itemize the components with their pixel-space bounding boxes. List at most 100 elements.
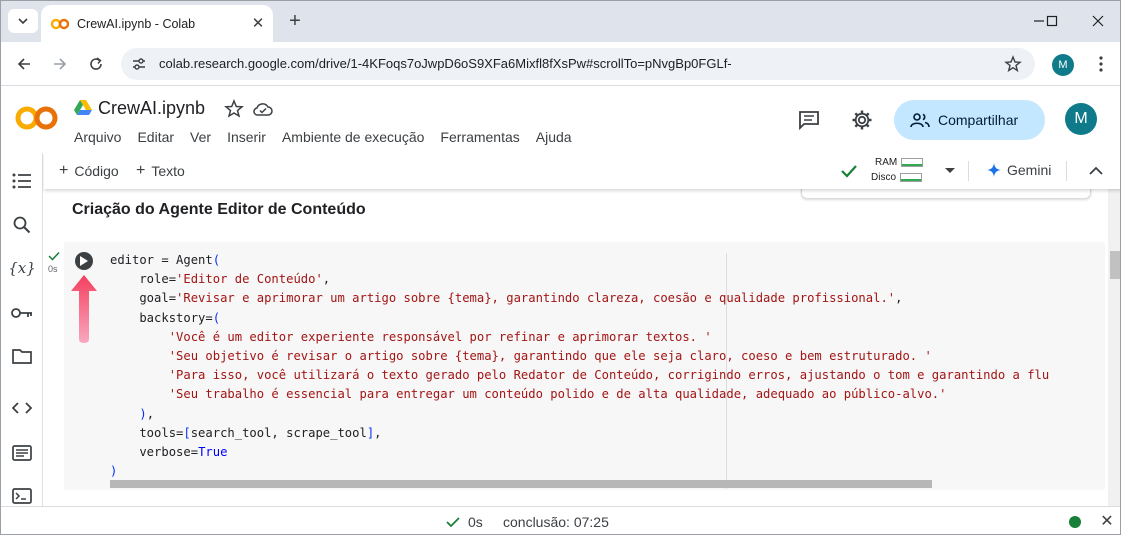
maximize-icon — [1046, 15, 1058, 27]
menu-arquivo[interactable]: Arquivo — [74, 129, 121, 145]
add-text-button[interactable]: + Texto — [136, 162, 185, 180]
tab-title: CrewAI.ipynb - Colab — [77, 16, 196, 31]
browser-menu-icon[interactable] — [1091, 52, 1111, 76]
colab-logo-icon[interactable] — [15, 103, 59, 133]
new-tab-button[interactable]: + — [283, 9, 307, 33]
status-close-icon[interactable]: ✕ — [1098, 512, 1116, 530]
command-palette-icon[interactable] — [10, 441, 34, 465]
google-drive-icon[interactable] — [73, 99, 93, 117]
status-time: 0s — [468, 514, 483, 530]
connected-check-icon — [841, 165, 857, 178]
close-window-button[interactable] — [1083, 9, 1113, 33]
add-code-label: Código — [74, 163, 119, 179]
tab-close-icon[interactable]: ✕ — [249, 14, 267, 32]
section-heading: Criação do Agente Editor de Conteúdo — [72, 201, 366, 218]
toolbar-divider — [1066, 161, 1067, 181]
comments-icon[interactable] — [796, 107, 822, 133]
variables-icon[interactable]: {x} — [8, 256, 36, 280]
browser-profile-avatar[interactable]: M — [1052, 54, 1074, 76]
code-line: ) — [110, 464, 118, 479]
run-cell-button[interactable] — [75, 252, 93, 270]
disk-bar — [900, 173, 923, 182]
people-icon — [910, 113, 930, 128]
bookmark-star-icon[interactable] — [1003, 54, 1023, 74]
terminal-icon[interactable] — [10, 484, 34, 508]
code-editor[interactable]: editor = Agent( role='Editor de Conteúdo… — [110, 251, 1100, 483]
site-settings-icon[interactable] — [129, 54, 149, 74]
add-text-label: Texto — [151, 163, 185, 179]
horizontal-scrollbar[interactable] — [110, 480, 932, 488]
secrets-key-icon[interactable] — [10, 301, 34, 325]
back-button[interactable] — [12, 52, 36, 76]
runtime-status-dot — [1069, 516, 1081, 528]
close-icon — [1092, 15, 1104, 27]
chevron-up-icon[interactable] — [1086, 161, 1106, 181]
execution-check-icon — [48, 251, 60, 261]
code-line: verbose=True — [110, 445, 228, 460]
tab-strip: CrewAI.ipynb - Colab ✕ + — [1, 1, 1120, 42]
execution-time: 0s — [48, 264, 58, 274]
menu-bar: Arquivo Editar Ver Inserir Ambiente de e… — [74, 129, 588, 145]
table-of-contents-icon[interactable] — [10, 169, 34, 193]
left-sidebar: {x} — [1, 153, 43, 506]
reload-icon — [90, 57, 102, 70]
arrow-right-icon — [54, 58, 67, 70]
code-line: 'Para isso, você utilizará o texto gerad… — [168, 368, 1050, 383]
search-icon[interactable] — [10, 213, 34, 237]
menu-inserir[interactable]: Inserir — [227, 129, 266, 145]
maximize-button[interactable] — [1037, 9, 1067, 33]
vertical-scrollbar[interactable] — [1108, 189, 1120, 506]
browser-toolbar: colab.research.google.com/drive/1-4KFoqs… — [1, 42, 1120, 86]
browser-tab[interactable]: CrewAI.ipynb - Colab ✕ — [41, 5, 273, 42]
code-line: tools=[search_tool, scrape_tool], — [110, 425, 382, 440]
ram-bar — [901, 158, 924, 167]
status-completion: conclusão: 07:25 — [503, 514, 609, 530]
status-check-icon — [446, 517, 460, 528]
plus-icon: + — [136, 162, 146, 179]
code-line: 'Seu objetivo é revisar o artigo sobre {… — [168, 349, 932, 364]
menu-editar[interactable]: Editar — [137, 129, 174, 145]
code-line: role='Editor de Conteúdo', — [110, 272, 331, 287]
status-bar: 0s conclusão: 07:25 ✕ — [1, 506, 1120, 534]
colab-favicon-icon — [51, 18, 69, 29]
colab-header: CrewAI.ipynb Arquivo Editar Ver Inserir … — [1, 87, 1120, 153]
arrow-left-icon — [17, 58, 30, 70]
toolbar-divider — [968, 161, 969, 181]
add-code-button[interactable]: + Código — [59, 162, 119, 180]
code-cell[interactable]: editor = Agent( role='Editor de Conteúdo… — [64, 242, 1105, 490]
plus-icon: + — [59, 162, 69, 179]
cloud-saved-icon[interactable] — [252, 99, 274, 119]
notebook-content: Criação do Agente Editor de Conteúdo 0s … — [44, 189, 1108, 506]
code-snippets-icon[interactable] — [10, 396, 34, 420]
resources-dropdown-icon[interactable] — [943, 163, 957, 177]
settings-gear-icon[interactable] — [849, 107, 875, 133]
disk-row: Disco — [871, 172, 923, 183]
code-line: editor = Agent( — [110, 253, 221, 267]
gemini-label: Gemini — [1007, 162, 1052, 178]
menu-ver[interactable]: Ver — [190, 129, 211, 145]
gemini-button[interactable]: Gemini — [987, 162, 1051, 178]
notebook-title[interactable]: CrewAI.ipynb — [98, 98, 205, 119]
ram-label: RAM — [875, 157, 898, 168]
code-line: 'Seu trabalho é essencial para entregar … — [168, 387, 947, 402]
cell-toolbar[interactable] — [801, 189, 1091, 199]
vertical-scrollbar-thumb[interactable] — [1110, 251, 1120, 279]
forward-button[interactable] — [48, 52, 72, 76]
code-line: goal='Revisar e aprimorar um artigo sobr… — [110, 291, 903, 306]
menu-ferramentas[interactable]: Ferramentas — [440, 129, 519, 145]
files-folder-icon[interactable] — [10, 344, 34, 368]
menu-ambiente[interactable]: Ambiente de execução — [282, 129, 424, 145]
share-button[interactable]: Compartilhar — [894, 100, 1045, 140]
share-label: Compartilhar — [938, 112, 1019, 128]
disk-label: Disco — [871, 172, 897, 183]
reload-button[interactable] — [84, 52, 108, 76]
tab-search-button[interactable] — [8, 9, 38, 33]
star-icon[interactable] — [224, 99, 244, 119]
code-line: backstory=( — [110, 310, 221, 325]
chevron-down-icon — [18, 18, 28, 25]
code-ruler — [726, 253, 727, 489]
user-avatar[interactable]: M — [1065, 103, 1097, 135]
code-line: 'Você é um editor experiente responsável… — [168, 329, 712, 344]
address-bar[interactable]: colab.research.google.com/drive/1-4KFoqs… — [121, 48, 1035, 80]
menu-ajuda[interactable]: Ajuda — [536, 129, 572, 145]
